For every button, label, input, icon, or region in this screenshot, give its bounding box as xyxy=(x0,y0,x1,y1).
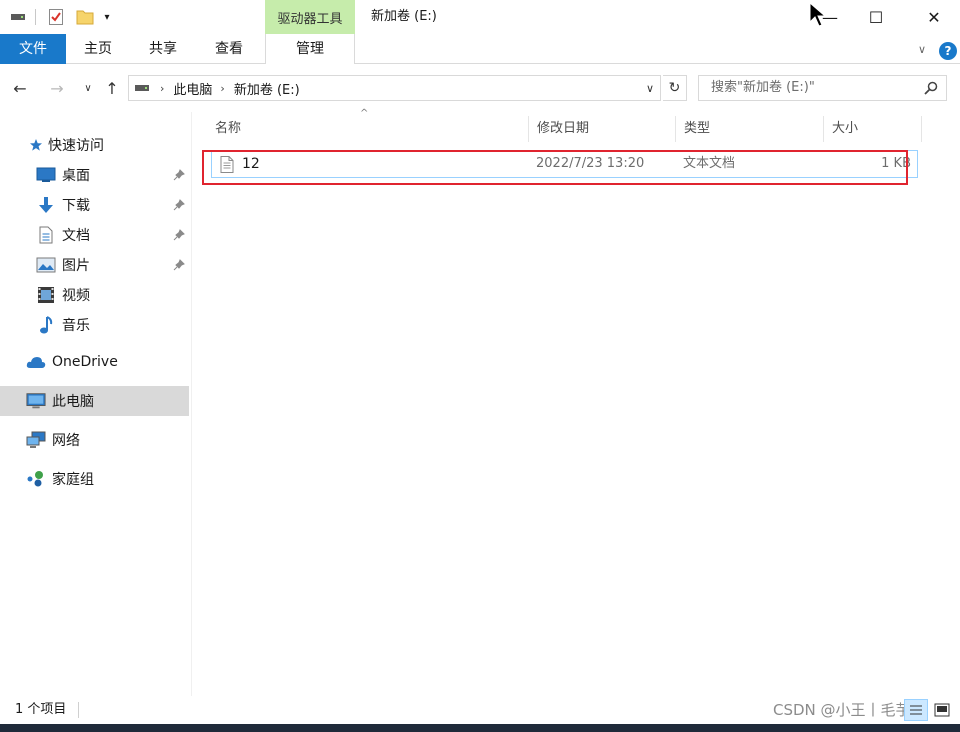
drive-tools-tab-group: 驱动器工具 xyxy=(265,0,355,34)
details-view-button[interactable] xyxy=(904,699,928,721)
sidebar-item-videos[interactable]: 视频 xyxy=(0,280,189,310)
column-header-size[interactable]: 大小 xyxy=(824,116,922,142)
pin-icon[interactable] xyxy=(172,168,186,182)
sidebar-item-label: 下载 xyxy=(62,198,90,214)
breadcrumb-separator[interactable]: › xyxy=(220,82,224,95)
sidebar-item-documents[interactable]: 文档 xyxy=(0,220,189,250)
sidebar-item-network[interactable]: 网络 xyxy=(0,425,189,455)
sidebar-item-homegroup[interactable]: 家庭组 xyxy=(0,464,189,494)
homegroup-icon xyxy=(26,469,46,489)
sidebar-item-label: 网络 xyxy=(52,433,80,449)
pictures-icon xyxy=(36,255,56,275)
tab-share[interactable]: 共享 xyxy=(135,34,191,64)
sidebar-item-label: 此电脑 xyxy=(52,394,94,410)
sidebar-item-this-pc[interactable]: 此电脑 xyxy=(0,386,189,416)
close-button[interactable]: ✕ xyxy=(911,0,957,34)
ribbon-tab-bar: 文件 主页 共享 查看 管理 ∨ ? xyxy=(0,34,960,65)
sidebar-item-label: 文档 xyxy=(62,228,90,244)
pin-icon[interactable] xyxy=(172,258,186,272)
star-icon xyxy=(28,135,44,155)
music-icon xyxy=(36,315,56,335)
status-divider xyxy=(78,702,79,718)
status-bar: 1 个项目 CSDN @小王丨毛芋 xyxy=(0,696,960,724)
address-history-dropdown[interactable]: ∨ xyxy=(640,76,660,100)
tab-home[interactable]: 主页 xyxy=(70,34,126,64)
address-bar[interactable]: › 此电脑 › 新加卷 (E:) ∨ xyxy=(128,75,661,101)
properties-icon[interactable] xyxy=(45,6,67,28)
sidebar-item-label: 图片 xyxy=(62,258,90,274)
column-header-name[interactable]: 名称 xyxy=(207,116,529,142)
file-list-view: ^ 名称 修改日期 类型 大小 12 2022/7/23 13:20 文本文档 … xyxy=(193,108,960,696)
desktop-icon xyxy=(36,165,56,185)
tab-manage[interactable]: 管理 xyxy=(265,34,355,65)
taskbar-edge xyxy=(0,724,960,732)
breadcrumb-separator[interactable]: › xyxy=(160,82,164,95)
breadcrumb-volume-e[interactable]: 新加卷 (E:) xyxy=(234,79,300,98)
tab-file[interactable]: 文件 xyxy=(0,34,66,64)
sidebar-item-label: 音乐 xyxy=(62,318,90,334)
customize-toolbar-dropdown[interactable]: ▾ xyxy=(100,6,114,28)
pin-icon[interactable] xyxy=(172,228,186,242)
search-input[interactable]: 搜索"新加卷 (E:)" xyxy=(698,75,947,101)
large-icons-view-icon xyxy=(934,703,950,717)
help-icon[interactable]: ? xyxy=(939,42,957,60)
large-icons-view-button[interactable] xyxy=(931,699,953,721)
annotation-highlight-box xyxy=(202,150,908,185)
sidebar-item-quick-access[interactable]: 快速访问 xyxy=(0,130,189,160)
breadcrumb-this-pc[interactable]: 此电脑 xyxy=(173,79,212,98)
window-title: 新加卷 (E:) xyxy=(371,9,437,24)
sidebar-item-label: OneDrive xyxy=(52,354,118,370)
sidebar-item-desktop[interactable]: 桌面 xyxy=(0,160,189,190)
sidebar-item-label: 家庭组 xyxy=(52,472,94,488)
details-view-icon xyxy=(910,705,922,715)
toolbar-divider xyxy=(35,9,36,25)
search-placeholder: 搜索"新加卷 (E:)" xyxy=(711,80,815,95)
mouse-cursor-icon xyxy=(809,2,827,27)
download-icon xyxy=(36,195,56,215)
sidebar-item-onedrive[interactable]: OneDrive xyxy=(0,347,189,377)
sidebar-item-label: 视频 xyxy=(62,288,90,304)
forward-button[interactable]: → xyxy=(47,78,67,98)
computer-icon xyxy=(26,391,46,411)
pin-icon[interactable] xyxy=(172,198,186,212)
item-count: 1 个项目 xyxy=(15,702,67,717)
video-icon xyxy=(36,285,56,305)
back-button[interactable]: ← xyxy=(10,78,30,98)
up-button[interactable]: ↑ xyxy=(102,78,122,98)
drive-icon xyxy=(134,81,152,95)
sidebar-item-label: 快速访问 xyxy=(48,138,104,154)
sidebar-item-downloads[interactable]: 下载 xyxy=(0,190,189,220)
network-icon xyxy=(26,430,46,450)
search-icon xyxy=(924,81,938,95)
navigation-bar: ← → ∨ ↑ › 此电脑 › 新加卷 (E:) ∨ ↻ 搜索"新加卷 (E:)… xyxy=(0,64,960,112)
recent-locations-dropdown[interactable]: ∨ xyxy=(78,78,98,98)
navigation-pane: 快速访问 桌面 下载 文档 图片 视频 音乐 OneDrive 此电脑 网络 家… xyxy=(0,112,192,696)
column-header-type[interactable]: 类型 xyxy=(676,116,824,142)
refresh-button[interactable]: ↻ xyxy=(663,75,687,101)
column-header-modified[interactable]: 修改日期 xyxy=(529,116,676,142)
cloud-icon xyxy=(26,352,46,372)
new-folder-icon[interactable] xyxy=(74,6,96,28)
sidebar-item-pictures[interactable]: 图片 xyxy=(0,250,189,280)
watermark: CSDN @小王丨毛芋 xyxy=(773,701,911,719)
maximize-button[interactable]: ☐ xyxy=(853,0,899,34)
drive-icon[interactable] xyxy=(8,6,28,28)
tab-view[interactable]: 查看 xyxy=(201,34,257,64)
sidebar-item-label: 桌面 xyxy=(62,168,90,184)
sidebar-item-music[interactable]: 音乐 xyxy=(0,310,189,340)
expand-ribbon-chevron-icon[interactable]: ∨ xyxy=(915,42,929,56)
document-icon xyxy=(36,225,56,245)
